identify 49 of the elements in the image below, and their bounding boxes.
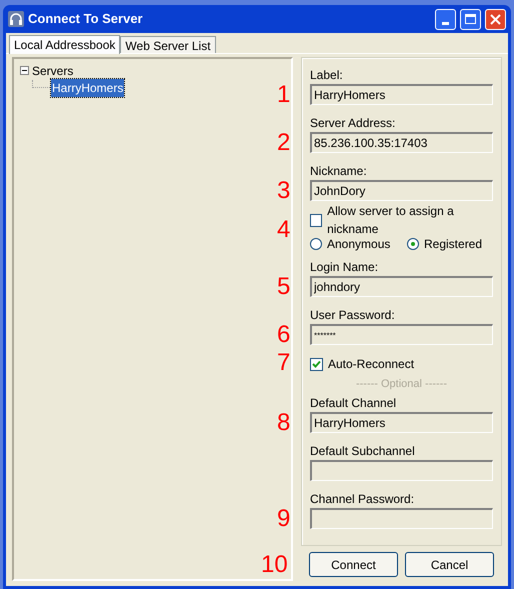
close-icon (490, 14, 501, 24)
field-label: Default Subchannel (310, 444, 416, 458)
step-number: 8 (277, 411, 290, 435)
step-number: 9 (277, 507, 290, 531)
tab[interactable]: Local Addressbook (9, 35, 120, 54)
field-label: User Password: (310, 308, 396, 322)
checkbox[interactable] (310, 358, 323, 370)
collapse-toggle-icon[interactable] (20, 66, 29, 75)
field-label: Nickname: (310, 164, 368, 178)
dialog-button[interactable]: Connect (309, 552, 398, 577)
text-field[interactable] (310, 460, 493, 481)
field-label: Server Address: (310, 116, 396, 130)
text-field[interactable] (310, 508, 493, 529)
step-number: 5 (277, 275, 290, 299)
text-field[interactable]: JohnDory (310, 180, 493, 201)
text-field[interactable]: 85.236.100.35:17403 (310, 132, 493, 153)
window-title: Connect To Server (28, 10, 144, 28)
checkbox-label: Auto-Reconnect (328, 356, 414, 373)
tab[interactable]: Web Server List (120, 36, 216, 53)
step-number: 6 (277, 323, 290, 347)
step-number: 1 (277, 83, 290, 107)
checkbox-label: Allow server to assign a nickname (327, 203, 455, 238)
step-number: 2 (277, 131, 290, 155)
checkmark-icon (312, 360, 321, 368)
step-number: 10 (261, 553, 288, 577)
close-button[interactable] (485, 8, 506, 30)
field-label: Label: (310, 68, 344, 82)
minimize-button[interactable] (435, 8, 456, 30)
text-field[interactable]: HarryHomers (310, 412, 493, 433)
radio-label: Anonymous (327, 236, 390, 253)
radio-button[interactable] (407, 238, 419, 250)
section-divider-label: ------ Optional ------ (356, 377, 448, 390)
field-label: Default Channel (310, 396, 398, 410)
tree-item[interactable]: Servers (31, 62, 74, 80)
step-number: 7 (277, 351, 290, 375)
radio-button[interactable] (310, 238, 322, 250)
checkbox[interactable] (310, 214, 322, 226)
step-number: 4 (277, 218, 290, 242)
field-label: Channel Password: (310, 492, 416, 506)
text-field[interactable]: ******* (310, 324, 493, 345)
step-number: 3 (277, 179, 290, 203)
text-field[interactable]: HarryHomers (310, 84, 493, 105)
radio-label: Registered (424, 236, 482, 253)
headphones-icon (8, 11, 24, 27)
maximize-button[interactable] (460, 8, 481, 30)
field-label: Login Name: (310, 260, 380, 274)
text-field[interactable]: johndory (310, 276, 493, 297)
tree-item[interactable]: HarryHomers (51, 78, 124, 96)
dialog-button[interactable]: Cancel (405, 552, 494, 577)
